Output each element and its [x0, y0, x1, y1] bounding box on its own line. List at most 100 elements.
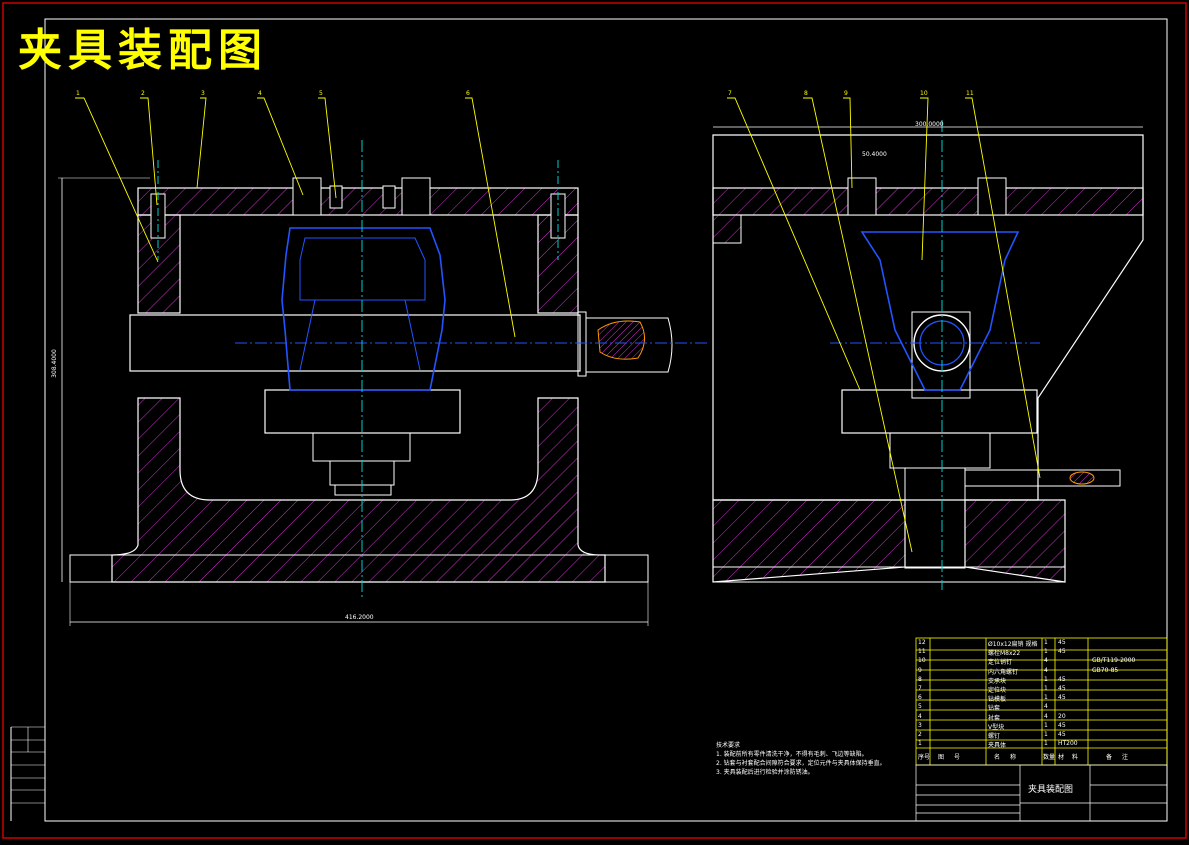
bom-header-material: 材料 [1058, 754, 1087, 761]
callout-9: 9 [844, 90, 848, 97]
callout-5: 5 [319, 90, 323, 97]
bom-cell-material: 45 [1058, 694, 1066, 702]
bom-cell-name: 钻套 [988, 705, 1001, 713]
bom-cell-name: Ø10x12扁销 规格 [988, 641, 1038, 648]
left-view [58, 140, 710, 626]
right-workpiece [860, 231, 1020, 391]
callout-2: 2 [141, 90, 145, 97]
bom-row: 5 钻套 4 [916, 703, 1167, 712]
right-base [712, 499, 906, 583]
right-handle [964, 469, 1121, 487]
bom-header-code: 图号 [938, 754, 971, 761]
bom-cell-qty: 1 [1044, 648, 1048, 656]
callout-4: 4 [258, 90, 262, 97]
shaft-collar [577, 311, 587, 377]
bom-row: 7 定位块 1 45 [916, 685, 1167, 694]
right-support [841, 389, 1038, 434]
bom-cell-name: 螺钉 [988, 733, 1001, 740]
bom-cell-qty: 1 [1044, 731, 1048, 738]
right-spindle [889, 432, 991, 469]
notes-line-2: 2. 钻套与衬套配合间隙符合要求，定位元件与夹具体保持垂直。 [716, 760, 886, 767]
bom-cell-material: 45 [1058, 685, 1066, 692]
bom-header-qty: 数量 [1043, 754, 1056, 761]
dim-overall-width: 416.2000 [345, 614, 374, 621]
plate-bushing-1 [292, 177, 322, 216]
notes-heading: 技术要求 [716, 742, 741, 749]
bom-cell-qty: 1 [1044, 675, 1048, 683]
dim-small: 50.4000 [862, 151, 887, 158]
bom-row: 9 内六角螺钉 4 GB70-85 [916, 667, 1167, 676]
bom-cell-material: 45 [1058, 648, 1066, 656]
bom-cell-name: 螺栓M8x22 [988, 650, 1021, 658]
drill-plate [137, 187, 579, 216]
bom-cell-qty: 1 [1044, 639, 1048, 646]
bom-cell-name: 定位块 [988, 687, 1007, 694]
bom-cell-qty: 1 [1044, 694, 1048, 702]
workpiece-arm [299, 299, 421, 371]
bom-cell-seq: 1 [918, 740, 922, 748]
bom-row: 8 支承块 1 45 [916, 676, 1167, 685]
bom-row: 10 定位销钉 4 GB/T119-2000 [916, 657, 1167, 666]
handle-section [597, 320, 645, 360]
bom-cell-material: 45 [1058, 675, 1066, 683]
bom-cell-seq: 2 [918, 731, 922, 738]
bom-cell-seq: 7 [918, 685, 922, 692]
bom-row: 12 Ø10x12扁销 规格 1 45 [916, 639, 1167, 648]
bom-cell-name: V型块 [988, 723, 1005, 731]
notes-line-3: 3. 夹具装配后进行检验并涂防锈油。 [716, 769, 814, 776]
bom-cell-seq: 3 [918, 721, 922, 729]
bom-cell-qty: 4 [1044, 703, 1048, 711]
left-strip [11, 726, 45, 804]
bom-cell-seq: 12 [918, 639, 926, 646]
bom-cell-qty: 1 [1044, 721, 1048, 729]
bom-row: 4 衬套 4 20 [916, 713, 1167, 722]
notes-line-1: 1. 装配前所有零件清洗干净，不得有毛刺、飞边等缺陷。 [716, 751, 868, 758]
lower-washer [334, 484, 392, 496]
bom-cell-qty: 4 [1044, 666, 1048, 674]
bom-row: 1 夹具体 1 HT200 [916, 740, 1167, 749]
bom-cell-name: 定位销钉 [988, 659, 1013, 667]
bom-cell-seq: 9 [918, 666, 922, 674]
callout-3: 3 [201, 90, 205, 97]
bom-cell-name: 内六角螺钉 [988, 668, 1019, 676]
callout-11: 11 [966, 90, 974, 97]
dim-overall-height: 308.4000 [50, 349, 58, 378]
bom-cell-qty: 1 [1044, 740, 1048, 748]
bom-cell-material: HT200 [1058, 740, 1078, 748]
bom-cell-seq: 10 [918, 657, 926, 665]
bom-cell-seq: 11 [918, 648, 926, 656]
callout-1: 1 [76, 90, 80, 97]
callout-8: 8 [804, 90, 808, 97]
bom-cell-qty: 1 [1044, 685, 1048, 692]
right-plate [712, 187, 1144, 216]
drawing-name: 夹具装配图 [1028, 785, 1074, 795]
bom-header-row: 序号 图号 名称 数量 材料 备注 [916, 750, 1167, 764]
right-handle-section [1069, 471, 1095, 485]
right-view [712, 120, 1144, 590]
bom-header-remark: 备注 [1106, 754, 1139, 761]
bom-row: 11 螺栓M8x22 1 45 [916, 648, 1167, 657]
right-pin-column [904, 467, 966, 569]
bom-cell-qty: 4 [1044, 712, 1048, 720]
page-title: 夹具装配图 [18, 25, 268, 76]
dim-right-top: 300.0000 [915, 121, 944, 128]
bom-cell-material: 45 [1058, 639, 1066, 646]
technical-notes: 技术要求 1. 装配前所有零件清洗干净，不得有毛刺、飞边等缺陷。 2. 钻套与衬… [716, 740, 906, 776]
right-base-2 [964, 499, 1066, 583]
bom-cell-qty: 4 [1044, 657, 1048, 665]
plate-bushing-2 [401, 177, 431, 216]
bom-header-seq: 序号 [918, 754, 931, 761]
bom-row: 6 钻模板 1 45 [916, 694, 1167, 703]
bom-cell-name: 夹具体 [988, 742, 1007, 750]
bom-table: 12 Ø10x12扁销 规格 1 45 11 螺栓M8x22 1 45 10 定位销钉 4 GB/T1… [916, 638, 1167, 749]
bom-cell-material: 45 [1058, 731, 1066, 738]
callout-7: 7 [728, 90, 732, 97]
bom-cell-seq: 6 [918, 694, 922, 702]
plate-pin-2 [382, 185, 396, 209]
callout-10: 10 [920, 90, 928, 97]
bom-cell-remark: GB70-85 [1092, 666, 1119, 674]
bom-header-name: 名称 [994, 754, 1027, 761]
bom-cell-material: 20 [1058, 712, 1066, 720]
callout-6: 6 [466, 90, 470, 97]
drawing-sheet: 夹具装配图 416.2000 308.4000 300.0000 50.4000… [0, 0, 1189, 841]
